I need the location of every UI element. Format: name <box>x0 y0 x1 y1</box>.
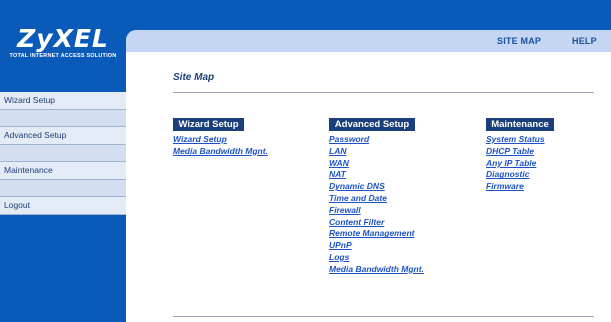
column-maintenance: Maintenance System Status DHCP Table Any I… <box>486 114 554 193</box>
column-wizard-setup: Wizard Setup Wizard Setup Media Bandwidth… <box>173 114 268 158</box>
sidebar-spacer <box>0 179 126 197</box>
site-map-link-item[interactable]: Firmware <box>486 181 554 193</box>
link-list: Wizard Setup Media Bandwidth Mgnt. <box>173 134 268 158</box>
sidebar-item-maintenance[interactable]: Maintenance <box>0 162 126 180</box>
sidebar-spacer <box>0 109 126 127</box>
site-map-link-item[interactable]: UPnP <box>329 240 424 252</box>
site-map-link-item[interactable]: Time and Date <box>329 193 424 205</box>
sidebar-item-logout[interactable]: Logout <box>0 197 126 215</box>
site-map-link-item[interactable]: Diagnostic <box>486 169 554 181</box>
site-map-link-item[interactable]: LAN <box>329 146 424 158</box>
zyxel-logo: ZyXEL Total Internet Access Solution <box>0 26 126 60</box>
section-heading-wizard-setup: Wizard Setup <box>173 118 244 131</box>
help-link[interactable]: HELP <box>572 36 597 46</box>
logo-tagline: Total Internet Access Solution <box>9 53 117 59</box>
link-list: System Status DHCP Table Any IP Table Diagn… <box>486 134 554 193</box>
divider-bottom <box>173 316 594 317</box>
sidebar-menu: Wizard Setup Advanced Setup Maintenance … <box>0 92 126 215</box>
site-map-link-item[interactable]: Media Bandwidth Mgnt. <box>329 264 424 276</box>
site-map-link-item[interactable]: Remote Management <box>329 228 424 240</box>
sidebar-item-advanced-setup[interactable]: Advanced Setup <box>0 127 126 145</box>
site-map-link-item[interactable]: Media Bandwidth Mgnt. <box>173 146 268 158</box>
site-map-link-item[interactable]: Any IP Table <box>486 158 554 170</box>
divider-top <box>173 92 594 93</box>
site-map-link-item[interactable]: NAT <box>329 169 424 181</box>
site-map-link-item[interactable]: Password <box>329 134 424 146</box>
page-title: Site Map <box>173 72 215 83</box>
header-bar: SITE MAP HELP <box>126 30 611 52</box>
logo-wordmark: ZyXEL <box>17 24 109 53</box>
site-map-link-item[interactable]: WAN <box>329 158 424 170</box>
site-map-link[interactable]: SITE MAP <box>497 36 541 46</box>
site-map-link-item[interactable]: Content Filter <box>329 217 424 229</box>
site-map-link-item[interactable]: Dynamic DNS <box>329 181 424 193</box>
site-map-link-item[interactable]: System Status <box>486 134 554 146</box>
site-map-link-item[interactable]: Firewall <box>329 205 424 217</box>
section-heading-maintenance: Maintenance <box>486 118 554 131</box>
section-heading-advanced-setup: Advanced Setup <box>329 118 415 131</box>
site-map-link-item[interactable]: DHCP Table <box>486 146 554 158</box>
sidebar-spacer <box>0 144 126 162</box>
site-map-link-item[interactable]: Wizard Setup <box>173 134 268 146</box>
sidebar: ZyXEL Total Internet Access Solution Wiz… <box>0 0 126 322</box>
sidebar-item-wizard-setup[interactable]: Wizard Setup <box>0 92 126 110</box>
column-advanced-setup: Advanced Setup Password LAN WAN NAT Dynamic … <box>329 114 424 276</box>
link-list: Password LAN WAN NAT Dynamic DNS Time and Dat… <box>329 134 424 276</box>
site-map-link-item[interactable]: Logs <box>329 252 424 264</box>
